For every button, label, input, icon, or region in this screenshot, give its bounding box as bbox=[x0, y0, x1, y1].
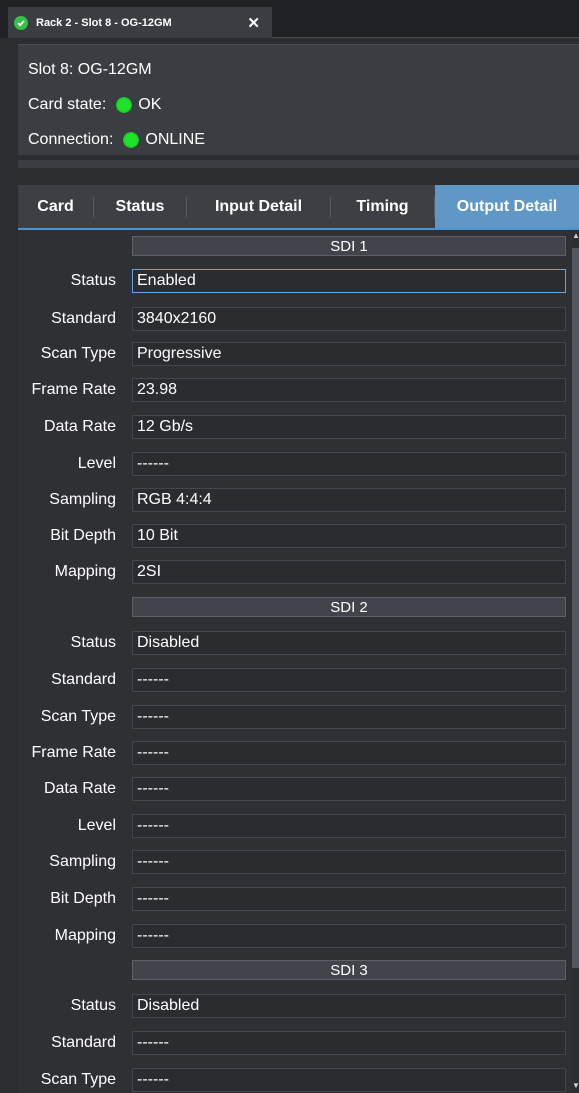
connection-value: ONLINE bbox=[145, 131, 205, 148]
field-label: Scan Type bbox=[40, 708, 116, 725]
data-rate-field[interactable]: 12 Gb/s bbox=[132, 415, 566, 439]
output-detail-panel: SDI 1 Status Enabled Standard 3840x2160 … bbox=[18, 230, 572, 1093]
status-led-icon bbox=[116, 97, 133, 113]
slot-title: Slot 8: OG-12GM bbox=[28, 61, 152, 78]
field-label: Frame Rate bbox=[31, 381, 116, 398]
slot-line: Slot 8: OG-12GM bbox=[28, 60, 152, 80]
document-tab[interactable]: Rack 2 - Slot 8 - OG-12GM ✕ bbox=[8, 7, 272, 38]
field-label: Standard bbox=[51, 671, 116, 688]
field-label: Standard bbox=[51, 310, 116, 327]
field-label: Frame Rate bbox=[31, 744, 116, 761]
field-label: Data Rate bbox=[43, 780, 116, 797]
status-field[interactable]: Enabled bbox=[132, 269, 566, 293]
status-field[interactable]: Disabled bbox=[132, 631, 566, 655]
frame-rate-field[interactable]: ------ bbox=[132, 741, 566, 765]
section-header-sdi-3: SDI 3 bbox=[132, 960, 566, 980]
field-label: Standard bbox=[51, 1034, 116, 1051]
field-label: Level bbox=[77, 817, 116, 834]
tab-input-detail[interactable]: Input Detail bbox=[187, 185, 330, 228]
card-info-panel: Slot 8: OG-12GM Card state: OK Connectio… bbox=[18, 44, 579, 155]
tabbar-divider bbox=[272, 37, 579, 38]
field-label: Scan Type bbox=[40, 345, 116, 362]
section-tabs: Card Status Input Detail Timing Output D… bbox=[18, 185, 579, 230]
mapping-field[interactable]: 2SI bbox=[132, 560, 566, 584]
card-state-row: Card state: OK bbox=[28, 95, 161, 115]
document-tab-title: Rack 2 - Slot 8 - OG-12GM bbox=[36, 16, 172, 29]
field-label: Sampling bbox=[49, 491, 116, 508]
bit-depth-field[interactable]: ------ bbox=[132, 887, 566, 911]
scan-type-field[interactable]: Progressive bbox=[132, 342, 566, 366]
card-state-label: Card state: bbox=[28, 96, 107, 113]
frame-rate-field[interactable]: 23.98 bbox=[132, 378, 566, 402]
card-state-value: OK bbox=[138, 96, 162, 113]
checkmark-icon bbox=[14, 15, 28, 30]
tab-status[interactable]: Status bbox=[94, 185, 186, 228]
field-label: Mapping bbox=[54, 563, 116, 580]
field-label: Sampling bbox=[49, 853, 116, 870]
field-label: Status bbox=[70, 997, 116, 1014]
field-label: Bit Depth bbox=[50, 890, 116, 907]
connection-label: Connection: bbox=[28, 131, 114, 148]
field-label: Mapping bbox=[54, 927, 116, 944]
sampling-field[interactable]: RGB 4:4:4 bbox=[132, 488, 566, 512]
close-icon[interactable]: ✕ bbox=[247, 14, 260, 32]
status-field[interactable]: Disabled bbox=[132, 994, 566, 1018]
section-header-sdi-2: SDI 2 bbox=[132, 597, 566, 617]
field-label: Data Rate bbox=[43, 418, 116, 435]
data-rate-field[interactable]: ------ bbox=[132, 777, 566, 801]
standard-field[interactable]: ------ bbox=[132, 668, 566, 692]
scan-type-field[interactable]: ------ bbox=[132, 705, 566, 729]
panel-divider bbox=[18, 160, 579, 168]
scan-type-field[interactable]: ------ bbox=[132, 1068, 566, 1092]
bit-depth-field[interactable]: 10 Bit bbox=[132, 524, 566, 548]
mapping-field[interactable]: ------ bbox=[132, 924, 566, 948]
field-label: Status bbox=[70, 272, 116, 289]
tab-output-detail[interactable]: Output Detail bbox=[435, 185, 579, 228]
scroll-up-arrow-icon[interactable]: ▲ bbox=[572, 232, 579, 240]
field-label: Status bbox=[70, 634, 116, 651]
standard-field[interactable]: 3840x2160 bbox=[132, 307, 566, 331]
section-header-sdi-1: SDI 1 bbox=[132, 236, 566, 256]
sampling-field[interactable]: ------ bbox=[132, 850, 566, 874]
scroll-down-arrow-icon[interactable]: ▼ bbox=[572, 1082, 579, 1090]
document-tab-bar: Rack 2 - Slot 8 - OG-12GM ✕ bbox=[0, 0, 579, 38]
vertical-scrollbar[interactable]: ▲ ▼ bbox=[572, 230, 579, 1093]
field-label: Scan Type bbox=[40, 1071, 116, 1088]
standard-field[interactable]: ------ bbox=[132, 1031, 566, 1055]
connection-led-icon bbox=[123, 132, 140, 148]
connection-row: Connection: ONLINE bbox=[28, 130, 205, 150]
level-field[interactable]: ------ bbox=[132, 452, 566, 476]
scrollbar-thumb[interactable] bbox=[572, 248, 579, 968]
tab-timing[interactable]: Timing bbox=[331, 185, 434, 228]
field-label: Bit Depth bbox=[50, 527, 116, 544]
field-label: Level bbox=[77, 455, 116, 472]
tab-card[interactable]: Card bbox=[18, 185, 93, 228]
level-field[interactable]: ------ bbox=[132, 814, 566, 838]
